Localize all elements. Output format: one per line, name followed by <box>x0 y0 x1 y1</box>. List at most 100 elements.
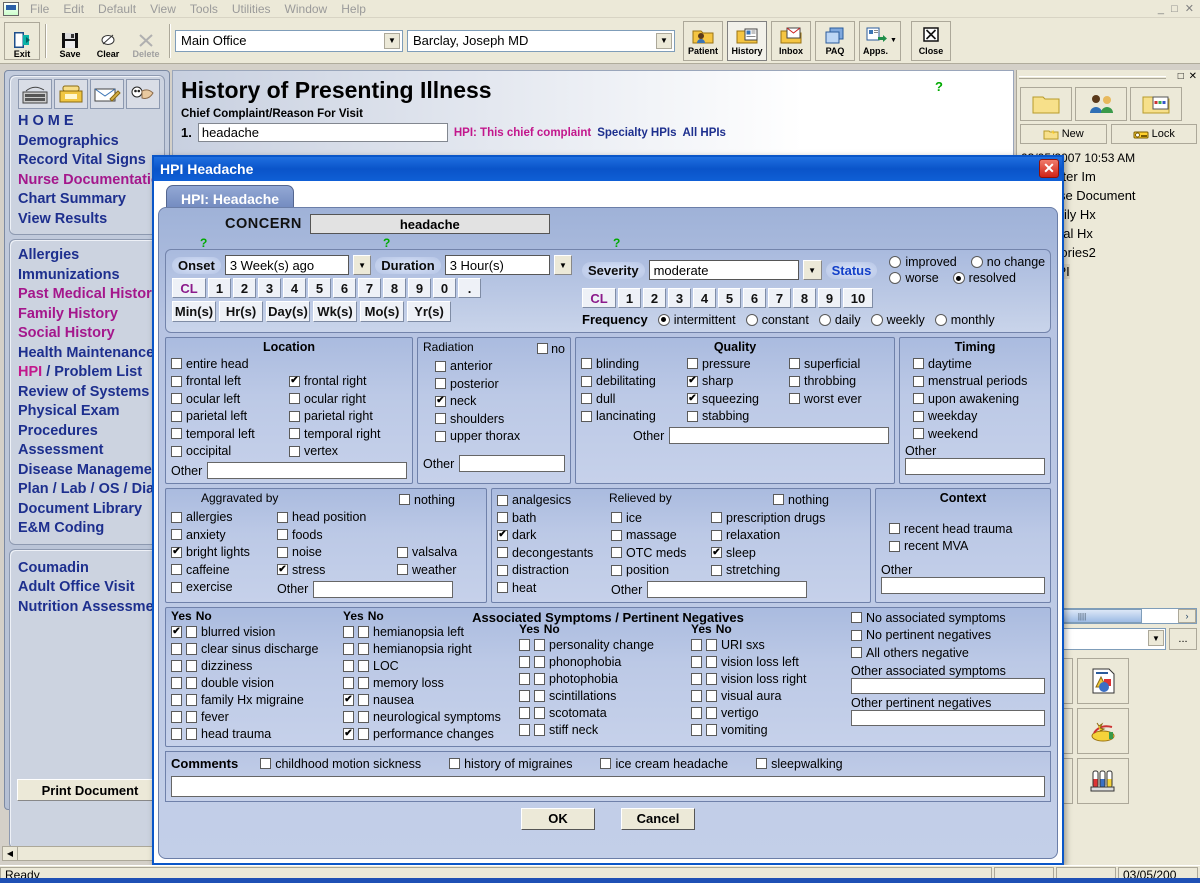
save-button[interactable]: Save <box>52 22 88 60</box>
radio-icon-selected[interactable] <box>953 272 965 284</box>
checkbox-ice-cream-headache[interactable]: ice cream headache <box>600 755 728 773</box>
checkbox-radiation-no[interactable]: no <box>537 340 565 358</box>
checkbox-icon[interactable] <box>581 411 592 422</box>
no-checkbox[interactable] <box>534 656 545 668</box>
assoc-row-fever[interactable]: fever <box>171 708 343 725</box>
scale-3[interactable]: 3 <box>668 288 691 308</box>
scale-2[interactable]: 2 <box>643 288 666 308</box>
yes-checkbox[interactable] <box>691 673 702 685</box>
yes-checkbox[interactable] <box>343 677 354 689</box>
checkbox-noise[interactable]: noise <box>277 544 395 562</box>
sidebar-item-disease-management[interactable]: Disease Management <box>18 461 160 481</box>
checkbox-weekday[interactable]: weekday <box>913 408 1045 426</box>
sidebar-item-coumadin[interactable]: Coumadin <box>18 559 160 579</box>
radio-icon[interactable] <box>819 314 831 326</box>
yes-checkbox-checked[interactable] <box>343 728 354 740</box>
checkbox-icon[interactable] <box>277 512 288 523</box>
checkbox-prescription-drugs[interactable]: prescription drugs <box>711 509 841 527</box>
checkbox-icon-checked[interactable] <box>687 376 698 387</box>
yes-checkbox[interactable] <box>519 707 530 719</box>
checkbox-icon-checked[interactable] <box>711 547 722 558</box>
assoc-row-clear-sinus-discharge[interactable]: clear sinus discharge <box>171 640 343 657</box>
checkbox-heat[interactable]: heat <box>497 579 609 597</box>
yes-checkbox[interactable] <box>343 626 354 638</box>
radio-icon[interactable] <box>889 272 901 284</box>
checkbox-stabbing[interactable]: stabbing <box>687 408 787 426</box>
checkbox-anxiety[interactable]: anxiety <box>171 526 275 544</box>
link-all-hpis[interactable]: All HPIs <box>683 127 726 139</box>
yes-checkbox[interactable] <box>519 724 530 736</box>
comments-input[interactable] <box>171 776 1045 797</box>
checkbox-icon[interactable] <box>435 413 446 424</box>
yes-checkbox[interactable] <box>691 690 702 702</box>
sidebar-item-past-medical-history[interactable]: Past Medical History <box>18 285 160 305</box>
radio-icon[interactable] <box>871 314 883 326</box>
numpad-5[interactable]: 5 <box>308 278 331 298</box>
sidebar-item-nurse-documentation[interactable]: Nurse Documentation <box>18 171 160 191</box>
help-marker-severity[interactable]: ? <box>613 236 620 250</box>
checkbox-dull[interactable]: dull <box>581 390 685 408</box>
yes-checkbox[interactable] <box>519 690 530 702</box>
checkbox-icon[interactable] <box>171 446 182 457</box>
checkbox-neck[interactable]: neck <box>435 393 565 411</box>
context-other-input[interactable] <box>881 577 1045 594</box>
checkbox-frontal-left[interactable]: frontal left <box>171 373 283 391</box>
checkbox-icon[interactable] <box>171 428 182 439</box>
menu-item-view[interactable]: View <box>143 0 183 18</box>
assoc-row-stiff-neck[interactable]: stiff neck <box>519 721 691 738</box>
checkbox-temporal-left[interactable]: temporal left <box>171 425 283 443</box>
people-icon[interactable] <box>1075 87 1127 121</box>
checkbox-icon[interactable] <box>397 547 408 558</box>
checkbox-icon[interactable] <box>435 431 446 442</box>
checkbox-icon[interactable] <box>789 393 800 404</box>
radio-icon[interactable] <box>971 256 983 268</box>
checkbox-debilitating[interactable]: debilitating <box>581 373 685 391</box>
link-hpi-this-chief-complaint[interactable]: HPI: This chief complaint <box>454 127 591 139</box>
checkbox-icon[interactable] <box>397 564 408 575</box>
frequency-option-monthly[interactable]: monthly <box>935 313 995 327</box>
no-checkbox[interactable] <box>706 656 717 668</box>
other-associated-symptoms-input[interactable] <box>851 678 1045 694</box>
menu-item-file[interactable]: File <box>23 0 56 18</box>
checkbox-icon[interactable] <box>687 358 698 369</box>
scale-7[interactable]: 7 <box>768 288 791 308</box>
quality-other-input[interactable] <box>669 427 889 444</box>
checkbox-foods[interactable]: foods <box>277 526 395 544</box>
no-checkbox[interactable] <box>706 639 717 651</box>
paq-button[interactable]: PAQ <box>815 21 855 61</box>
apps-button[interactable]: Apps. ▼ <box>859 21 901 61</box>
scale-9[interactable]: 9 <box>818 288 841 308</box>
phone-icon[interactable] <box>54 79 88 109</box>
no-checkbox[interactable] <box>706 690 717 702</box>
checkbox-weather[interactable]: weather <box>397 561 481 579</box>
checkbox-entire-head[interactable]: entire head <box>171 355 283 373</box>
sidebar-item-procedures[interactable]: Procedures <box>18 422 160 442</box>
numpad-7[interactable]: 7 <box>358 278 381 298</box>
sidebar-item-demographics[interactable]: Demographics <box>18 132 160 152</box>
help-marker-onset[interactable]: ? <box>200 236 207 250</box>
checkbox-relaxation[interactable]: relaxation <box>711 527 841 545</box>
checkbox-icon[interactable] <box>913 393 924 404</box>
checkbox-icon[interactable] <box>581 376 592 387</box>
checkbox-icon[interactable] <box>913 428 924 439</box>
chief-complaint-input[interactable]: headache <box>198 123 448 142</box>
checkbox-stress[interactable]: stress <box>277 561 395 579</box>
patient-button[interactable]: Patient <box>683 21 723 61</box>
no-checkbox[interactable] <box>358 643 369 655</box>
sidebar-item-home[interactable]: H O M E <box>18 112 160 132</box>
scroll-left-arrow-icon[interactable]: ◀ <box>3 847 18 860</box>
onset-input[interactable]: 3 Week(s) ago <box>225 255 349 275</box>
no-checkbox[interactable] <box>186 728 197 740</box>
checkbox-pressure[interactable]: pressure <box>687 355 787 373</box>
checkbox-icon[interactable] <box>449 758 460 769</box>
frequency-option-intermittent[interactable]: intermittent <box>658 313 736 327</box>
numpad-4[interactable]: 4 <box>283 278 306 298</box>
checkbox-icon[interactable] <box>289 411 300 422</box>
checkbox-icon-checked[interactable] <box>497 530 508 541</box>
checkbox-icon-checked[interactable] <box>687 393 698 404</box>
checkbox-occipital[interactable]: occipital <box>171 443 283 461</box>
no-checkbox[interactable] <box>186 711 197 723</box>
assoc-row-phonophobia[interactable]: phonophobia <box>519 653 691 670</box>
assoc-row-blurred-vision[interactable]: blurred vision <box>171 623 343 640</box>
checkbox-anterior[interactable]: anterior <box>435 358 565 376</box>
